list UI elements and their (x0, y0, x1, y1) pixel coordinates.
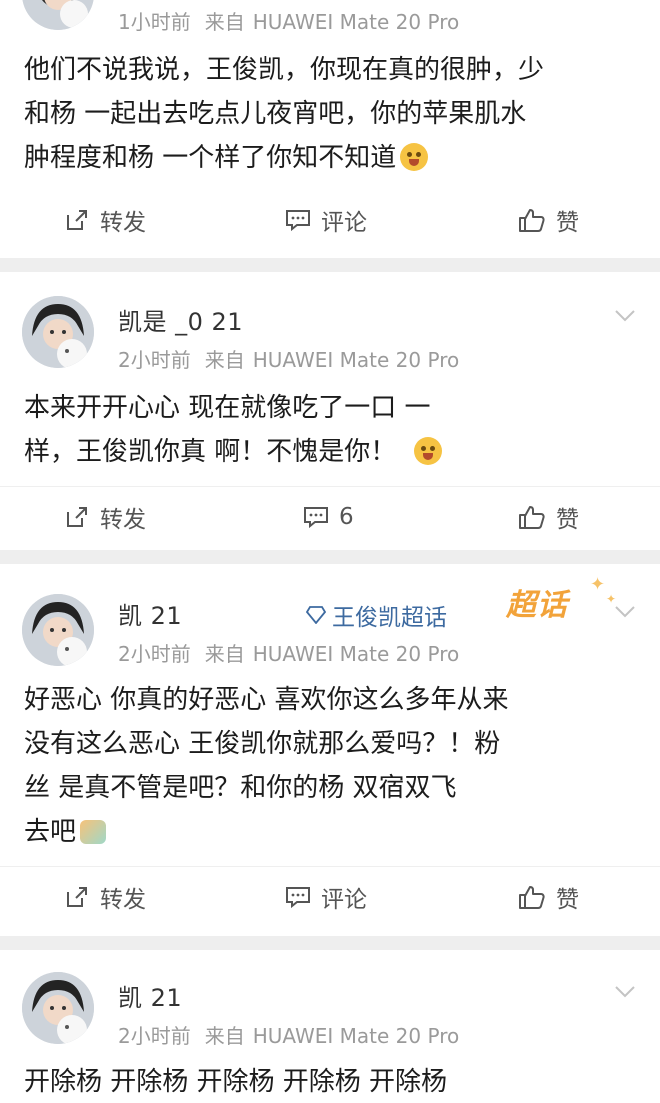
thumbs-up-icon (518, 207, 546, 233)
repost-button[interactable]: 转发 (64, 190, 146, 250)
post-time: 2小时前 (118, 348, 191, 372)
post-meta: 2小时前 来自 HUAWEI Mate 20 Pro (118, 1020, 459, 1049)
thumbs-up-icon (518, 504, 546, 530)
supertopic-badge: 超话 (506, 588, 568, 623)
post-separator (0, 258, 660, 272)
comment-count: 6 (339, 504, 354, 530)
post-text-span: 样，王俊凯你真 啊！不愧是你！ (24, 437, 397, 467)
post-text-line: 肿程度和杨 一个样了你知不知道 (24, 136, 644, 180)
like-button[interactable]: 赞 (518, 867, 579, 927)
username[interactable]: 凯 21 (118, 596, 182, 631)
post-meta: 1小时前 来自 HUAWEI Mate 20 Pro (118, 6, 459, 35)
username[interactable]: 凯 21 (118, 978, 182, 1013)
post-text-span: 去吧 (24, 817, 77, 847)
post-text-line: 样，王俊凯你真 啊！不愧是你！ (24, 430, 644, 474)
post-device: HUAWEI Mate 20 Pro (252, 642, 460, 666)
post-from-label: 来自 (204, 1024, 245, 1048)
chevron-down-icon[interactable] (612, 978, 638, 1004)
sparkle-icon: ✦ (590, 574, 606, 595)
post-time: 1小时前 (118, 10, 191, 34)
edit-share-icon (64, 207, 90, 233)
repost-label: 转发 (100, 507, 146, 533)
username[interactable]: 凯是 _0 21 (118, 302, 243, 337)
post-text-line: 丝 是真不管是吧？和你的杨 双宿双飞 (24, 773, 457, 803)
post-actions: 转发 评论 赞 (0, 866, 660, 926)
post-from-label: 来自 (204, 642, 245, 666)
post-card: 凯是 _0 21 2小时前 来自 HUAWEI Mate 20 Pro 本来开开心心… (0, 272, 660, 550)
post-card: 凯 21 2小时前 来自 HUAWEI Mate 20 Pro 开除杨 开除杨 开除… (0, 950, 660, 1103)
like-label: 赞 (556, 210, 579, 236)
comment-label: 评论 (321, 887, 367, 913)
like-label: 赞 (556, 887, 579, 913)
comment-label: 评论 (321, 210, 367, 236)
supertopic-label: 王俊凯超话 (332, 605, 447, 631)
chevron-down-icon[interactable] (612, 302, 638, 328)
post-separator (0, 550, 660, 564)
comment-button[interactable]: 6 (303, 487, 354, 547)
comment-box-icon (285, 208, 311, 232)
blurred-emoji-icon (80, 820, 107, 844)
post-text: 开除杨 开除杨 开除杨 开除杨 开除杨 (24, 1060, 644, 1103)
post-actions: 转发 评论 赞 (0, 190, 660, 250)
username-text: 凯 21 (118, 602, 183, 630)
post-time: 2小时前 (118, 1024, 191, 1048)
comment-button[interactable]: 评论 (285, 867, 367, 927)
post-actions: 转发 6 赞 (0, 486, 660, 546)
post-text-line: 没有这么恶心 王俊凯你就那么爱吗？！粉 (24, 729, 501, 759)
post-device: HUAWEI Mate 20 Pro (252, 348, 460, 372)
post-text-line: 好恶心 你真的好恶心 喜欢你这么多年从来 (24, 685, 509, 715)
repost-label: 转发 (100, 210, 146, 236)
repost-button[interactable]: 转发 (64, 867, 146, 927)
diamond-icon (306, 606, 326, 624)
post-card: 凯 21 王俊凯超话 超话 ✦ ✦ 2小时前 来自 HUAWEI Mate 20 P… (0, 564, 660, 936)
scared-face-emoji-icon (414, 437, 443, 465)
like-label: 赞 (556, 507, 579, 533)
edit-share-icon (64, 504, 90, 530)
avatar[interactable] (22, 0, 94, 30)
comment-button[interactable]: 评论 (285, 190, 367, 250)
repost-button[interactable]: 转发 (64, 487, 146, 547)
avatar[interactable] (22, 594, 94, 666)
scared-face-emoji-icon (400, 143, 429, 171)
like-button[interactable]: 赞 (518, 487, 579, 547)
post-text-line: 去吧 (24, 810, 644, 854)
username-text: 凯 21 (118, 984, 183, 1012)
post-text-line: 他们不说我说，王俊凯，你现在真的很肿，少 (24, 55, 545, 85)
post-device: HUAWEI Mate 20 Pro (252, 10, 460, 34)
supertopic-link[interactable]: 王俊凯超话 (306, 598, 447, 632)
like-button[interactable]: 赞 (518, 190, 579, 250)
post-text-span: 肿程度和杨 一个样了你知不知道 (24, 143, 397, 173)
post-text-line: 本来开开心心 现在就像吃了一口 一 (24, 393, 431, 423)
post-text: 他们不说我说，王俊凯，你现在真的很肿，少 和杨 一起出去吃点儿夜宵吧，你的苹果肌… (24, 48, 644, 180)
avatar[interactable] (22, 972, 94, 1044)
repost-label: 转发 (100, 887, 146, 913)
post-meta: 2小时前 来自 HUAWEI Mate 20 Pro (118, 638, 459, 667)
post-text: 本来开开心心 现在就像吃了一口 一 样，王俊凯你真 啊！不愧是你！ (24, 386, 644, 474)
post-card: 1小时前 来自 HUAWEI Mate 20 Pro 他们不说我说，王俊凯，你现在真… (0, 0, 660, 258)
post-meta: 2小时前 来自 HUAWEI Mate 20 Pro (118, 344, 459, 373)
avatar[interactable] (22, 296, 94, 368)
comment-box-icon (303, 505, 329, 529)
thumbs-up-icon (518, 884, 546, 910)
edit-share-icon (64, 884, 90, 910)
post-device: HUAWEI Mate 20 Pro (252, 1024, 460, 1048)
post-separator (0, 936, 660, 950)
post-text-line: 开除杨 开除杨 开除杨 开除杨 开除杨 (24, 1067, 448, 1097)
post-text: 好恶心 你真的好恶心 喜欢你这么多年从来 没有这么恶心 王俊凯你就那么爱吗？！粉… (24, 678, 644, 854)
comment-box-icon (285, 885, 311, 909)
chevron-down-icon[interactable] (612, 598, 638, 624)
post-from-label: 来自 (204, 10, 245, 34)
username-text: 凯是 _0 21 (118, 308, 244, 336)
post-text-line: 和杨 一起出去吃点儿夜宵吧，你的苹果肌水 (24, 99, 527, 129)
post-from-label: 来自 (204, 348, 245, 372)
post-time: 2小时前 (118, 642, 191, 666)
